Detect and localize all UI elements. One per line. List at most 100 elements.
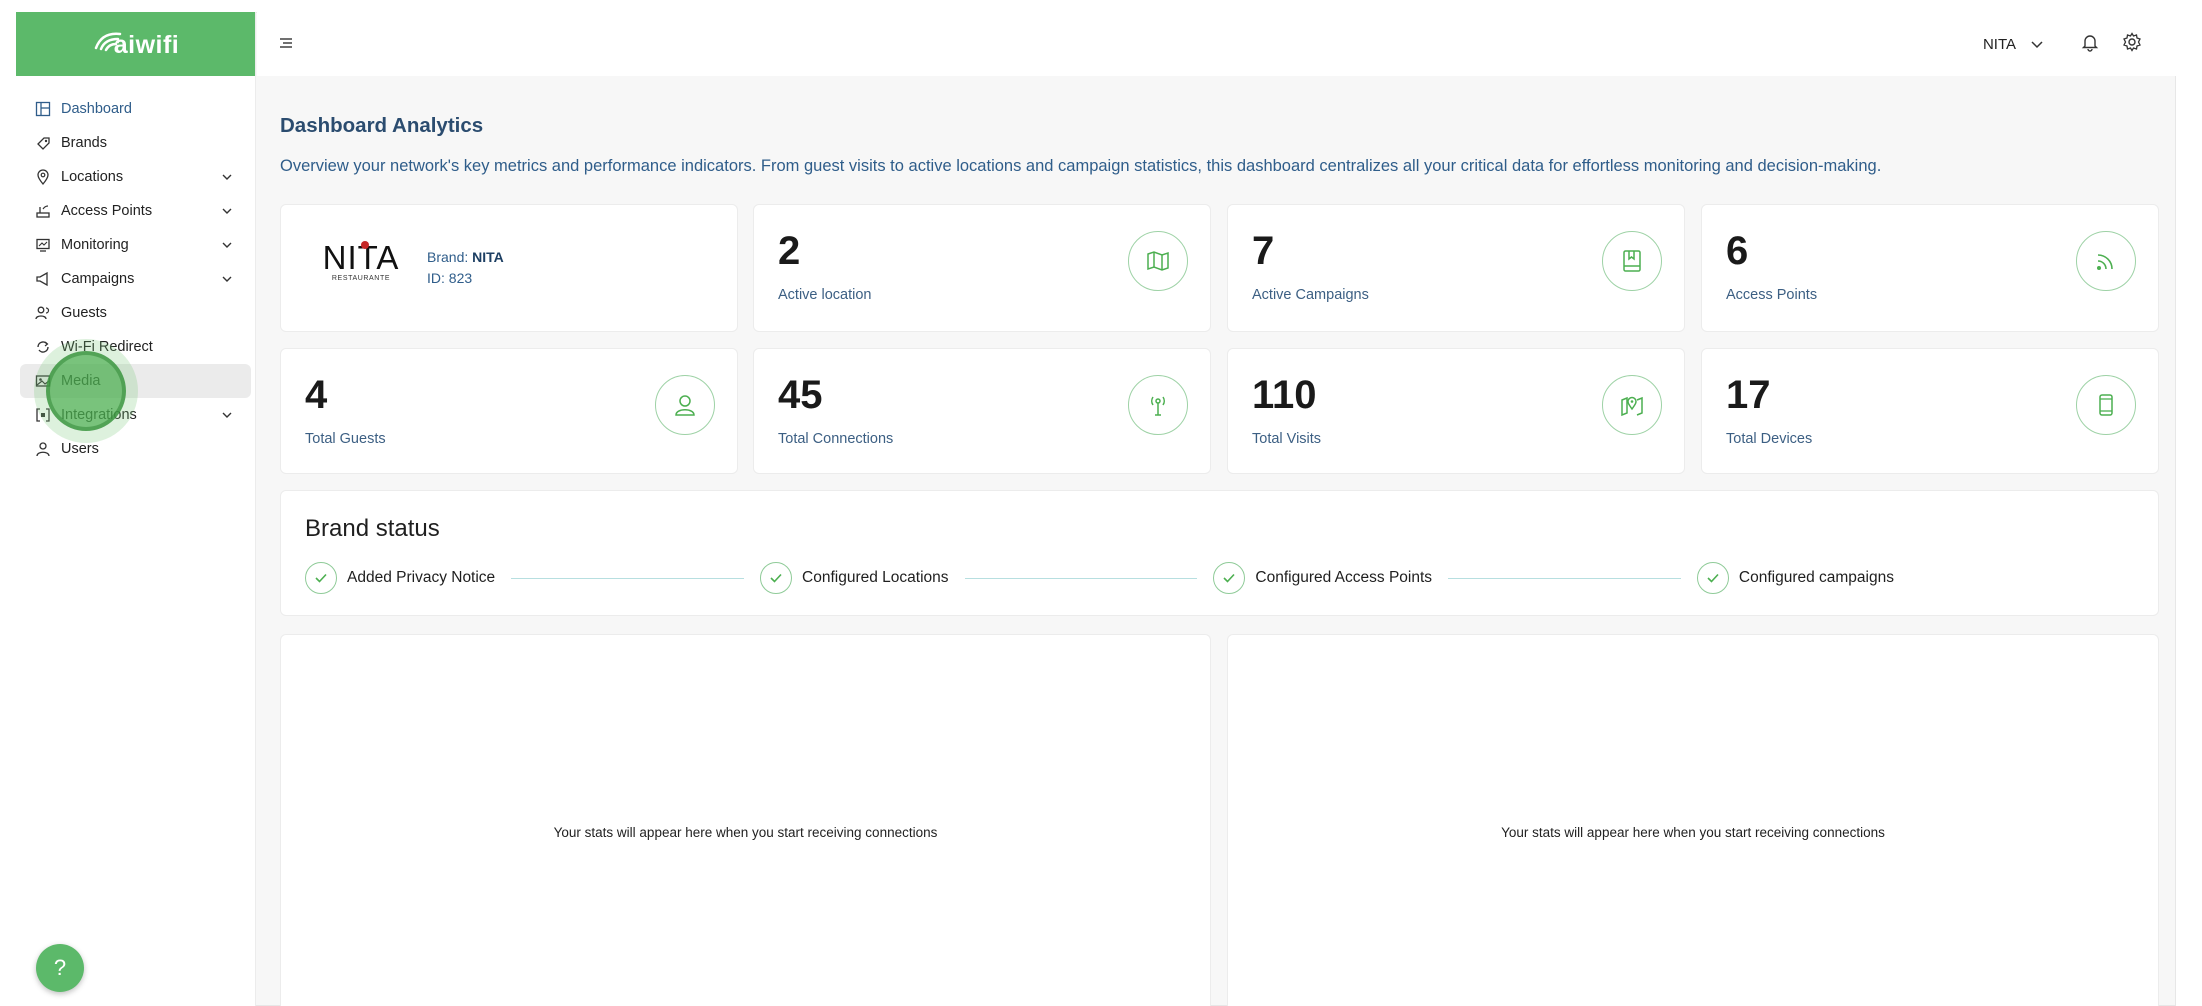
sidebar-item-users[interactable]: Users	[20, 432, 251, 466]
status-step: Added Privacy Notice	[305, 562, 495, 594]
stat-value: 45	[778, 373, 823, 417]
chevron-down-icon[interactable]	[221, 205, 233, 217]
stat-card-total-visits[interactable]: 110 Total Visits	[1227, 348, 1685, 474]
empty-state-message: Your stats will appear here when you sta…	[1501, 825, 1885, 840]
status-step: Configured Access Points	[1213, 562, 1432, 594]
sidebar-item-access-points[interactable]: Access Points	[20, 194, 251, 228]
stats-panel-right: Your stats will appear here when you sta…	[1227, 634, 2159, 1006]
stat-card-total-devices[interactable]: 17 Total Devices	[1701, 348, 2159, 474]
user-name: NITA	[1982, 35, 2016, 53]
check-icon	[1213, 562, 1246, 594]
location-pin-icon	[34, 168, 52, 186]
stat-card-active-campaigns[interactable]: 7 Active Campaigns	[1227, 204, 1685, 332]
integrations-icon	[34, 406, 52, 424]
sidebar: aiwifi Dashboard Brands Locations Access…	[16, 12, 256, 1006]
brand-value: NITA	[472, 249, 504, 265]
sidebar-item-label: Integrations	[61, 407, 137, 423]
brand-status-steps: Added Privacy Notice Configured Location…	[305, 561, 2134, 595]
stat-label: Total Devices	[1726, 431, 1813, 447]
media-icon	[34, 372, 52, 390]
stat-label: Total Visits	[1252, 431, 1322, 447]
stat-label: Total Guests	[305, 431, 386, 447]
stat-value: 2	[778, 229, 801, 273]
step-connector	[511, 577, 745, 579]
chevron-down-icon[interactable]	[221, 171, 233, 183]
sidebar-nav: Dashboard Brands Locations Access Points…	[16, 76, 255, 466]
chevron-down-icon[interactable]	[221, 409, 233, 421]
logo-text: aiwifi	[113, 31, 180, 59]
chevron-down-icon[interactable]	[221, 273, 233, 285]
sidebar-item-label: Access Points	[61, 203, 153, 219]
brand-logo-subtitle: RESTAURANTE	[331, 275, 391, 282]
status-step-label: Configured Access Points	[1255, 569, 1433, 586]
dashboard-icon	[34, 100, 52, 118]
step-connector	[964, 577, 1198, 579]
user-menu[interactable]: NITA	[1983, 36, 2044, 53]
top-right-actions: NITA	[1983, 12, 2142, 76]
sidebar-item-label: Campaigns	[61, 271, 135, 287]
check-icon	[305, 562, 337, 594]
sidebar-item-label: Locations	[61, 169, 124, 185]
stat-label: Active Campaigns	[1252, 287, 1369, 303]
status-step-label: Configured campaigns	[1738, 569, 1894, 586]
logo-dot	[361, 241, 369, 249]
app-logo: aiwifi	[92, 28, 180, 60]
sidebar-item-dashboard[interactable]: Dashboard	[20, 92, 251, 126]
logo-bar[interactable]: aiwifi	[16, 12, 255, 76]
sidebar-item-label: Monitoring	[61, 237, 129, 253]
sidebar-item-monitoring[interactable]: Monitoring	[20, 228, 251, 262]
sidebar-item-label: Wi-Fi Redirect	[61, 339, 153, 355]
sidebar-item-brands[interactable]: Brands	[20, 126, 251, 160]
brand-label: Brand:	[427, 249, 469, 265]
sidebar-item-media[interactable]: Media	[20, 364, 251, 398]
sidebar-item-locations[interactable]: Locations	[20, 160, 251, 194]
gear-icon[interactable]	[2122, 31, 2142, 57]
check-icon	[760, 562, 793, 594]
chevron-down-icon	[2030, 36, 2044, 53]
brand-card: NITA RESTAURANTE Brand: NITA ID: 823	[280, 204, 738, 332]
bookmark-book-icon	[1602, 231, 1662, 291]
help-button[interactable]: ?	[36, 944, 84, 992]
brand-line: Brand: NITA	[427, 247, 504, 268]
sidebar-item-label: Dashboard	[61, 101, 132, 117]
sidebar-item-label: Users	[61, 441, 99, 457]
status-step: Configured Locations	[760, 562, 949, 594]
sidebar-item-campaigns[interactable]: Campaigns	[20, 262, 251, 296]
sidebar-item-integrations[interactable]: Integrations	[20, 398, 251, 432]
user-icon	[34, 440, 52, 458]
stat-value: 110	[1252, 373, 1317, 417]
router-icon	[34, 202, 52, 220]
stat-value: 17	[1726, 373, 1771, 417]
id-label: ID:	[427, 270, 445, 286]
check-icon	[1696, 562, 1729, 594]
bell-icon[interactable]	[2080, 32, 2100, 57]
status-step-label: Configured Locations	[802, 569, 949, 586]
redirect-icon	[34, 338, 52, 356]
menu-toggle-icon[interactable]	[279, 36, 295, 52]
brand-status-card: Brand status Added Privacy Notice Config…	[280, 490, 2159, 616]
sidebar-item-guests[interactable]: Guests	[20, 296, 251, 330]
map-pin-icon	[1602, 375, 1662, 435]
stat-card-access-points[interactable]: 6 Access Points	[1701, 204, 2159, 332]
page-title: Dashboard Analytics	[280, 114, 484, 137]
page-description: Overview your network's key metrics and …	[280, 157, 1882, 175]
megaphone-icon	[34, 270, 52, 288]
stats-panel-left: Your stats will appear here when you sta…	[280, 634, 1211, 1006]
monitor-icon	[34, 236, 52, 254]
map-icon	[1128, 231, 1188, 291]
stat-card-total-connections[interactable]: 45 Total Connections	[753, 348, 1211, 474]
wifi-signal-icon	[2076, 231, 2136, 291]
status-step: Configured campaigns	[1696, 562, 1894, 594]
stat-label: Access Points	[1726, 287, 1818, 303]
brand-info: Brand: NITA ID: 823	[427, 247, 504, 289]
stat-card-total-guests[interactable]: 4 Total Guests	[280, 348, 738, 474]
step-connector	[1448, 577, 1681, 579]
sidebar-item-wifi-redirect[interactable]: Wi-Fi Redirect	[20, 330, 251, 364]
empty-state-message: Your stats will appear here when you sta…	[553, 825, 938, 840]
stat-label: Total Connections	[778, 431, 894, 447]
brand-logo: NITA RESTAURANTE	[321, 239, 401, 282]
status-step-label: Added Privacy Notice	[347, 569, 496, 586]
chevron-down-icon[interactable]	[221, 239, 233, 251]
stat-card-active-location[interactable]: 2 Active location	[753, 204, 1211, 332]
id-value: 823	[448, 270, 473, 286]
